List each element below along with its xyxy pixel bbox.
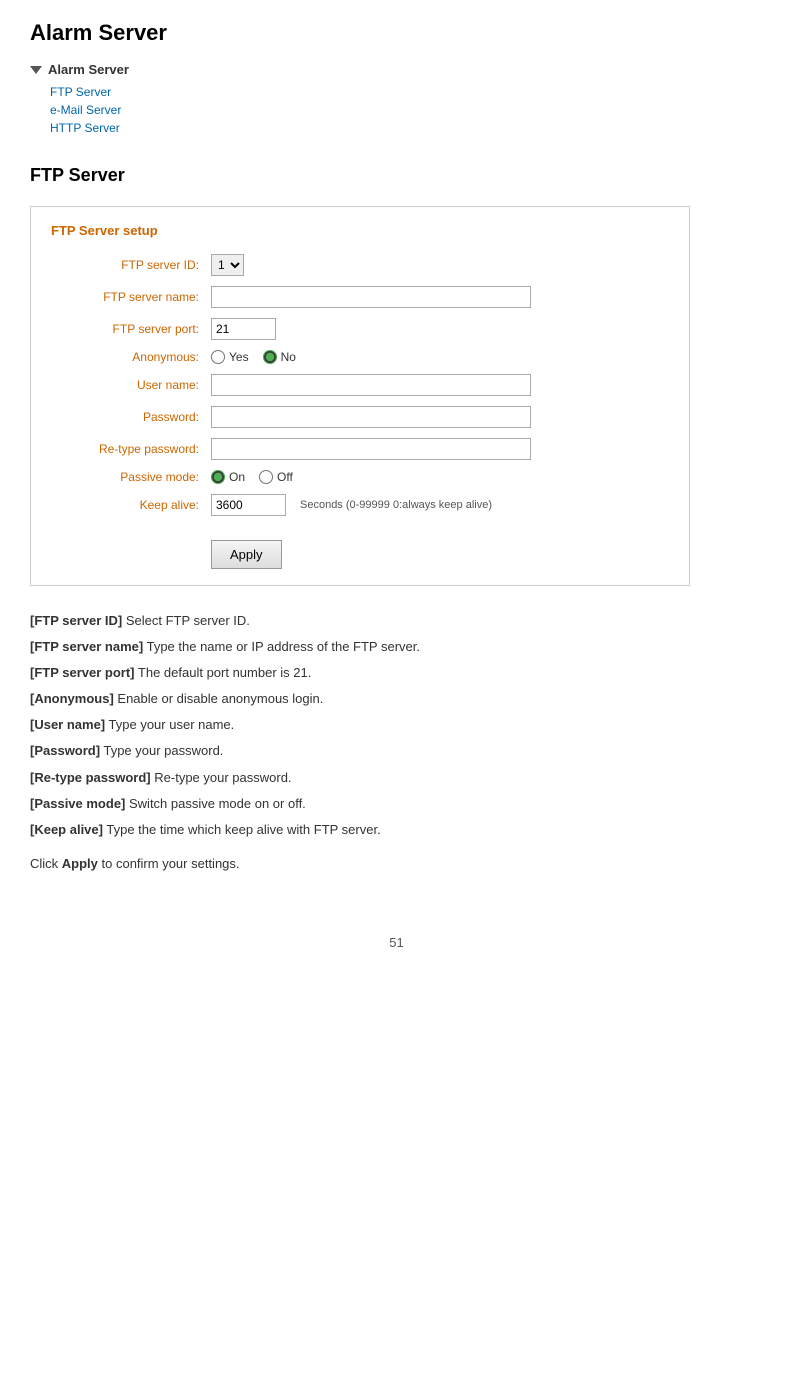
desc-password: [Password] Type your password. bbox=[30, 740, 763, 762]
desc-server-port-term: [FTP server port] bbox=[30, 665, 135, 680]
server-port-label: FTP server port: bbox=[51, 322, 211, 336]
nav-header: Alarm Server bbox=[30, 62, 763, 77]
nav-items: FTP Server e-Mail Server HTTP Server bbox=[30, 85, 763, 135]
page-title: Alarm Server bbox=[30, 20, 763, 46]
server-id-label: FTP server ID: bbox=[51, 258, 211, 272]
nav-section: Alarm Server FTP Server e-Mail Server HT… bbox=[30, 62, 763, 135]
server-id-select[interactable]: 1 2 3 4 bbox=[211, 254, 244, 276]
desc-server-id-text: Select FTP server ID. bbox=[126, 613, 250, 628]
ftp-setup-box: FTP Server setup FTP server ID: 1 2 3 4 … bbox=[30, 206, 690, 586]
anonymous-yes-option[interactable]: Yes bbox=[211, 350, 249, 364]
server-name-row: FTP server name: bbox=[51, 286, 669, 308]
anonymous-no-option[interactable]: No bbox=[263, 350, 296, 364]
desc-anonymous: [Anonymous] Enable or disable anonymous … bbox=[30, 688, 763, 710]
server-id-control: 1 2 3 4 bbox=[211, 254, 244, 276]
anonymous-no-radio[interactable] bbox=[263, 350, 277, 364]
retype-password-input[interactable] bbox=[211, 438, 531, 460]
anonymous-yes-radio[interactable] bbox=[211, 350, 225, 364]
click-apply-bold: Apply bbox=[62, 856, 98, 871]
passive-off-option[interactable]: Off bbox=[259, 470, 293, 484]
setup-box-title: FTP Server setup bbox=[51, 223, 669, 238]
anonymous-control: Yes No bbox=[211, 350, 296, 364]
keep-alive-control: Seconds (0-99999 0:always keep alive) bbox=[211, 494, 492, 516]
anonymous-label: Anonymous: bbox=[51, 350, 211, 364]
username-input[interactable] bbox=[211, 374, 531, 396]
anonymous-yes-label: Yes bbox=[229, 350, 249, 364]
passive-on-radio[interactable] bbox=[211, 470, 225, 484]
retype-password-row: Re-type password: bbox=[51, 438, 669, 460]
passive-off-label: Off bbox=[277, 470, 293, 484]
ftp-section-title: FTP Server bbox=[30, 165, 763, 186]
desc-server-port-text: The default port number is 21. bbox=[138, 665, 311, 680]
server-name-input[interactable] bbox=[211, 286, 531, 308]
password-input[interactable] bbox=[211, 406, 531, 428]
keep-alive-row: Keep alive: Seconds (0-99999 0:always ke… bbox=[51, 494, 669, 516]
retype-password-label: Re-type password: bbox=[51, 442, 211, 456]
desc-anonymous-text: Enable or disable anonymous login. bbox=[117, 691, 323, 706]
desc-server-name: [FTP server name] Type the name or IP ad… bbox=[30, 636, 763, 658]
desc-passive-term: [Passive mode] bbox=[30, 796, 125, 811]
username-row: User name: bbox=[51, 374, 669, 396]
passive-on-label: On bbox=[229, 470, 245, 484]
nav-item-http[interactable]: HTTP Server bbox=[50, 121, 763, 135]
password-row: Password: bbox=[51, 406, 669, 428]
desc-server-id-term: [FTP server ID] bbox=[30, 613, 122, 628]
desc-keep-alive: [Keep alive] Type the time which keep al… bbox=[30, 819, 763, 841]
apply-button[interactable]: Apply bbox=[211, 540, 282, 569]
desc-server-id: [FTP server ID] Select FTP server ID. bbox=[30, 610, 763, 632]
passive-mode-row: Passive mode: On Off bbox=[51, 470, 669, 484]
nav-item-ftp[interactable]: FTP Server bbox=[50, 85, 763, 99]
desc-username-text: Type your user name. bbox=[109, 717, 235, 732]
desc-server-port: [FTP server port] The default port numbe… bbox=[30, 662, 763, 684]
nav-header-label: Alarm Server bbox=[48, 62, 129, 77]
desc-passive-text: Switch passive mode on or off. bbox=[129, 796, 306, 811]
server-id-row: FTP server ID: 1 2 3 4 bbox=[51, 254, 669, 276]
keep-alive-label: Keep alive: bbox=[51, 498, 211, 512]
desc-username: [User name] Type your user name. bbox=[30, 714, 763, 736]
desc-password-term: [Password] bbox=[30, 743, 100, 758]
keep-alive-input[interactable] bbox=[211, 494, 286, 516]
server-port-input[interactable] bbox=[211, 318, 276, 340]
password-label: Password: bbox=[51, 410, 211, 424]
passive-on-option[interactable]: On bbox=[211, 470, 245, 484]
desc-server-name-text: Type the name or IP address of the FTP s… bbox=[147, 639, 420, 654]
desc-anonymous-term: [Anonymous] bbox=[30, 691, 114, 706]
desc-keepalive-text: Type the time which keep alive with FTP … bbox=[106, 822, 380, 837]
server-name-label: FTP server name: bbox=[51, 290, 211, 304]
click-apply-note: Click Apply to confirm your settings. bbox=[30, 853, 763, 875]
anonymous-row: Anonymous: Yes No bbox=[51, 350, 669, 364]
username-control bbox=[211, 374, 531, 396]
passive-mode-control: On Off bbox=[211, 470, 293, 484]
nav-triangle-icon bbox=[30, 66, 42, 74]
keep-alive-hint: Seconds (0-99999 0:always keep alive) bbox=[300, 499, 492, 511]
desc-retype-password: [Re-type password] Re-type your password… bbox=[30, 767, 763, 789]
apply-button-row: Apply bbox=[51, 530, 669, 569]
description-section: [FTP server ID] Select FTP server ID. [F… bbox=[30, 610, 763, 875]
server-port-row: FTP server port: bbox=[51, 318, 669, 340]
passive-off-radio[interactable] bbox=[259, 470, 273, 484]
desc-retype-text: Re-type your password. bbox=[154, 770, 291, 785]
passive-mode-label: Passive mode: bbox=[51, 470, 211, 484]
server-name-control bbox=[211, 286, 531, 308]
anonymous-no-label: No bbox=[281, 350, 296, 364]
username-label: User name: bbox=[51, 378, 211, 392]
desc-username-term: [User name] bbox=[30, 717, 105, 732]
desc-passive-mode: [Passive mode] Switch passive mode on or… bbox=[30, 793, 763, 815]
desc-keepalive-term: [Keep alive] bbox=[30, 822, 103, 837]
retype-password-control bbox=[211, 438, 531, 460]
server-port-control bbox=[211, 318, 276, 340]
desc-server-name-term: [FTP server name] bbox=[30, 639, 143, 654]
page-number: 51 bbox=[30, 935, 763, 950]
nav-item-email[interactable]: e-Mail Server bbox=[50, 103, 763, 117]
desc-password-text: Type your password. bbox=[103, 743, 223, 758]
desc-retype-term: [Re-type password] bbox=[30, 770, 151, 785]
password-control bbox=[211, 406, 531, 428]
